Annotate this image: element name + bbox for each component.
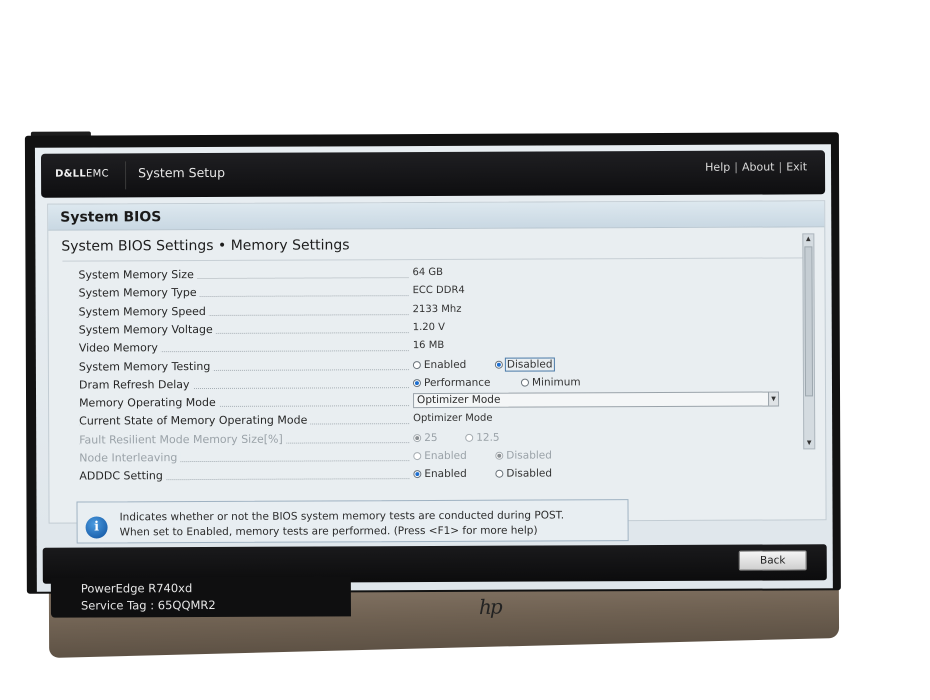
scroll-thumb[interactable] (804, 246, 814, 397)
radio-label: Disabled (506, 467, 553, 480)
setting-label: System Memory Testing (78, 359, 409, 374)
radio-option: Disabled (495, 449, 552, 462)
settings-list: System Memory Size 64 GB System Memory Typ… (66, 263, 805, 488)
radio-label: Disabled (504, 356, 555, 372)
radio-label: Minimum (531, 376, 581, 389)
setting-label-text: System Memory Type (78, 286, 200, 300)
app-title: System Setup (138, 164, 226, 181)
radio-option: 25 (413, 431, 438, 444)
top-bar: D&LLEMC System Setup Help | About | Exit (40, 150, 826, 198)
link-separator: | (734, 160, 738, 174)
setting-value: Optimizer Mode (413, 413, 493, 425)
help-link[interactable]: Help (705, 161, 730, 174)
link-separator: | (778, 160, 783, 174)
info-icon: i (85, 516, 108, 539)
radio-label: Enabled (423, 358, 467, 371)
brand-divider (124, 161, 127, 190)
setting-label: Current State of Memory Operating Mode (79, 413, 409, 428)
setting-value: 64 GB (412, 266, 444, 279)
radio-unselected-icon (465, 433, 474, 442)
setting-label-text: Video Memory (78, 341, 161, 355)
hp-logo: hp (478, 594, 501, 620)
radio-label: Disabled (506, 449, 552, 462)
dropdown-value: Optimizer Mode (417, 393, 501, 407)
radio-option: 12.5 (465, 431, 500, 444)
scrollbar[interactable]: ▲ ▼ (802, 233, 816, 450)
radio-unselected-icon (412, 360, 421, 369)
dell-emc-logo: D&LLEMC (55, 168, 109, 179)
radio-option[interactable]: Performance (412, 376, 491, 389)
monitor-bezel: D&LLEMC System Setup Help | About | Exit Sys… (24, 132, 841, 594)
setting-label: System Memory Speed (78, 304, 409, 319)
setting-label: System Memory Size (78, 267, 408, 282)
radio-unselected-icon (413, 452, 422, 461)
memory-mode-dropdown[interactable]: Optimizer Mode ▼ (413, 391, 780, 409)
title-divider (62, 257, 813, 262)
help-text: Indicates whether or not the BIOS system… (120, 508, 565, 540)
brand-emc: EMC (85, 168, 109, 180)
bios-screen: D&LLEMC System Setup Help | About | Exit Sys… (34, 144, 833, 592)
brand-dell: D&LL (55, 168, 87, 180)
section-header: System BIOS (48, 201, 825, 231)
about-link[interactable]: About (742, 161, 775, 174)
radio-option[interactable]: Disabled (494, 356, 555, 372)
system-info-panel: PowerEdge R740xd Service Tag : 65QQMR2 (50, 576, 351, 618)
setting-label-text: Memory Operating Mode (79, 396, 219, 410)
scroll-up-icon[interactable]: ▲ (803, 234, 813, 244)
setting-value: 2133 Mhz (412, 303, 462, 315)
monitor: hp RYZEN D&LLEMC System Setup Help|About… (24, 128, 841, 658)
radio-selected-icon (413, 470, 422, 479)
setting-label: System Memory Type (78, 285, 409, 300)
scroll-down-icon[interactable]: ▼ (804, 438, 814, 448)
radio-option[interactable]: Enabled (412, 358, 467, 371)
setting-label-text: ADDDC Setting (79, 469, 166, 483)
help-line-2: When set to Enabled, memory tests are pe… (119, 524, 538, 539)
radio-selected-icon (494, 360, 503, 369)
radio-option[interactable]: Enabled (413, 468, 467, 481)
radio-option[interactable]: Disabled (495, 468, 552, 480)
setting-label: Fault Resilient Mode Memory Size[%] (79, 432, 409, 447)
setting-label-text: Node Interleaving (79, 451, 181, 465)
setting-label-text: Current State of Memory Operating Mode (79, 413, 311, 428)
radio-option[interactable]: Minimum (520, 376, 581, 389)
radio-label: 12.5 (476, 431, 500, 444)
radio-label: Enabled (424, 468, 467, 481)
setting-value: ECC DDR4 (412, 285, 465, 297)
radio-selected-icon (413, 433, 422, 442)
radio-label: 25 (424, 431, 438, 444)
setting-label-text: System Memory Speed (78, 304, 209, 319)
setting-value: 1.20 V (412, 321, 446, 333)
help-box: i Indicates whether or not the BIOS syst… (76, 499, 629, 544)
setting-label-text: System Memory Voltage (78, 322, 216, 337)
page-title: System BIOS Settings • Memory Settings (61, 237, 350, 255)
setting-label: ADDDC Setting (79, 468, 409, 483)
setting-label-text: Dram Refresh Delay (78, 377, 193, 392)
setting-row[interactable]: ADDDC Setting Enabled Disabled (67, 465, 805, 486)
section-title: System BIOS (60, 209, 162, 226)
setting-label: Dram Refresh Delay (78, 377, 409, 392)
chevron-down-icon[interactable]: ▼ (768, 392, 779, 406)
radio-selected-icon (495, 451, 504, 460)
setting-label-text: System Memory Testing (78, 359, 214, 374)
radio-unselected-icon (495, 469, 504, 479)
radio-label: Enabled (424, 449, 467, 463)
radio-label: Performance (423, 376, 491, 389)
setting-label: System Memory Voltage (78, 322, 409, 337)
model-name: PowerEdge R740xd (80, 581, 193, 596)
setting-label: Node Interleaving (79, 450, 409, 465)
radio-selected-icon (412, 378, 421, 387)
service-tag: Service Tag : 65QQMR2 (80, 597, 216, 613)
exit-link[interactable]: Exit (786, 160, 807, 173)
setting-label-text: Fault Resilient Mode Memory Size[%] (79, 432, 286, 447)
radio-option: Enabled (413, 449, 467, 463)
top-links: Help | About | Exit (705, 160, 807, 173)
setting-value: 16 MB (412, 340, 445, 352)
setting-label-text: System Memory Size (78, 268, 197, 282)
setting-label: Memory Operating Mode (79, 395, 409, 410)
setting-label: Video Memory (78, 340, 409, 355)
content-panel: System BIOS System BIOS Settings • Memor… (47, 200, 827, 524)
back-button[interactable]: Back (738, 550, 807, 571)
radio-unselected-icon (520, 378, 529, 387)
